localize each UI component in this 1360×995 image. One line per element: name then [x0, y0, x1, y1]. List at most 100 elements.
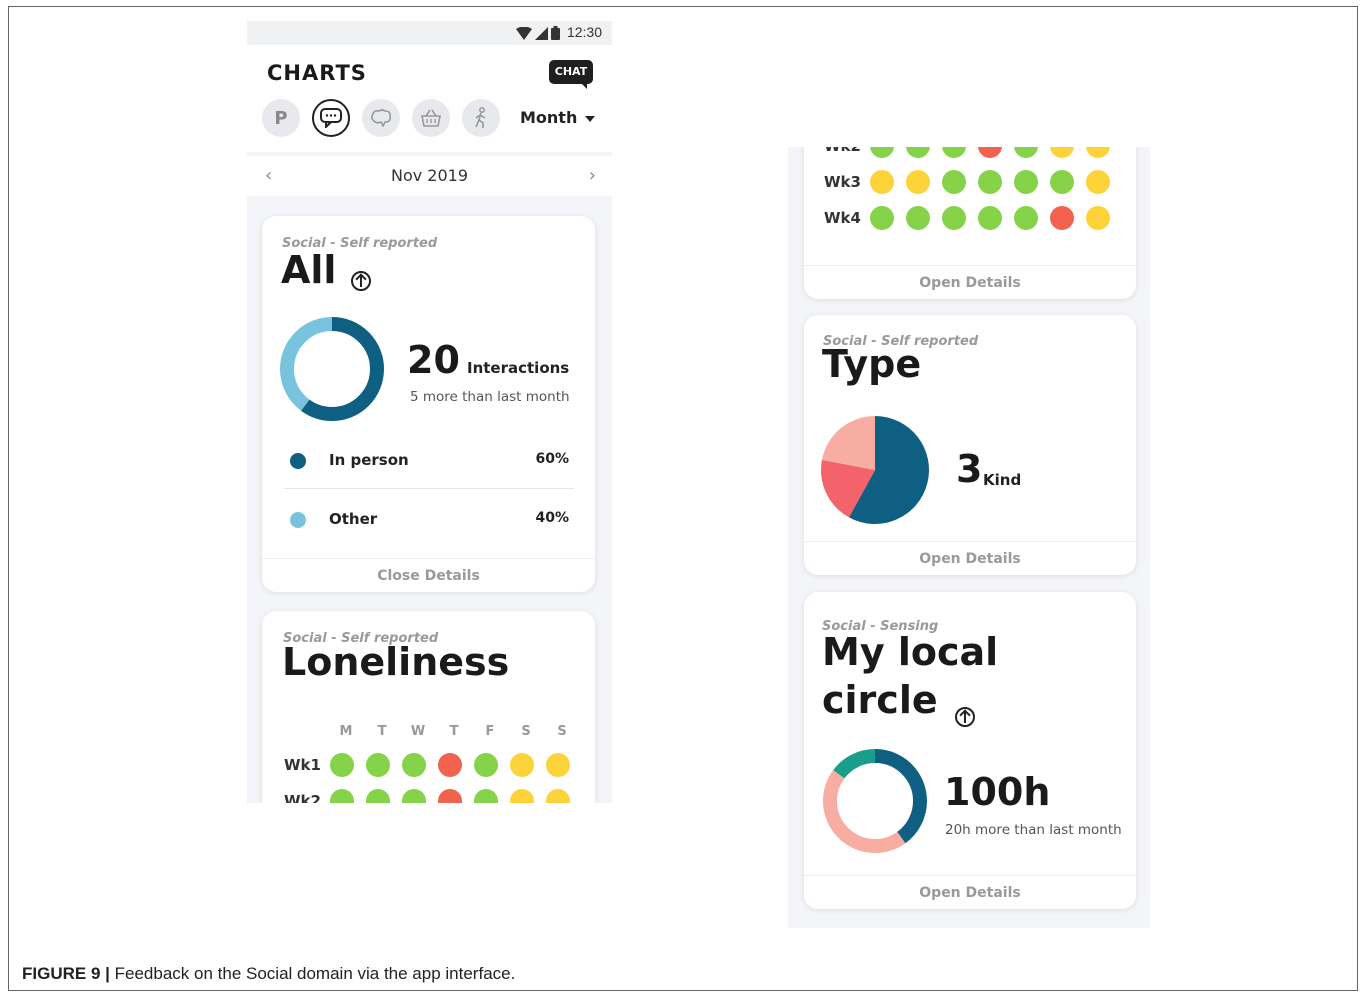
walking-person-icon[interactable]	[462, 99, 500, 137]
mood-dot	[474, 753, 498, 777]
page-title: CHARTS	[267, 61, 367, 85]
mood-dot	[1086, 147, 1110, 158]
wifi-icon	[516, 27, 532, 40]
mood-dot	[402, 789, 426, 803]
card-title-line1: My local	[822, 630, 999, 674]
week-row: Wk1	[284, 753, 582, 777]
comparison-text: 5 more than last month	[410, 389, 570, 405]
type-count: 3	[956, 447, 983, 491]
legend-row-other: Other 40%	[284, 490, 574, 548]
period-select[interactable]: Month	[520, 108, 596, 127]
type-unit: Kind	[983, 471, 1022, 489]
brain-icon[interactable]	[362, 99, 400, 137]
weekday-header: M T W T F S S	[328, 724, 580, 739]
weekday-label: M	[339, 724, 353, 739]
basket-icon[interactable]	[412, 99, 450, 137]
mood-dot	[978, 206, 1002, 230]
weekday-label: T	[449, 724, 459, 739]
mood-dot	[1050, 170, 1074, 194]
physical-p-icon[interactable]: P	[262, 99, 300, 137]
collapse-up-icon[interactable]	[351, 271, 371, 291]
week-label: Wk4	[824, 209, 861, 227]
mood-dot	[1014, 147, 1038, 158]
week-label: Wk3	[824, 173, 861, 191]
open-details-link[interactable]: Open Details	[804, 265, 1136, 299]
other-swatch	[290, 512, 306, 528]
week-label: Wk1	[284, 756, 321, 774]
charts-header: CHARTS CHAT P Month	[247, 45, 612, 152]
week-row: Wk4	[824, 206, 1122, 230]
mood-dot	[1086, 170, 1110, 194]
mood-dots	[870, 170, 1122, 194]
mood-dot	[870, 206, 894, 230]
caption-text: Feedback on the Social domain via the ap…	[114, 964, 516, 983]
mood-dot	[1014, 206, 1038, 230]
close-details-link[interactable]: Close Details	[262, 558, 595, 592]
figure-label: FIGURE 9 |	[22, 964, 110, 983]
card-title-line2: circle	[822, 678, 938, 722]
mood-dot	[978, 147, 1002, 158]
local-circle-card: Social - Sensing My local circle 100h 20…	[804, 592, 1136, 909]
chat-button[interactable]: CHAT	[549, 60, 593, 89]
current-period: Nov 2019	[390, 166, 469, 185]
legend-row-in-person: In person 60%	[284, 431, 574, 489]
weekday-label: S	[557, 724, 567, 739]
legend-label: Other	[329, 510, 378, 528]
interaction-count: 20	[407, 338, 460, 382]
week-row: Wk2	[284, 789, 582, 803]
loneliness-card-continued: Wk2 Wk3 Wk4 Open Details	[804, 147, 1136, 299]
battery-icon	[551, 26, 560, 40]
week-label: Wk2	[824, 147, 870, 155]
interactions-donut	[280, 317, 384, 421]
week-row: Wk2	[824, 147, 1122, 158]
mood-dots	[330, 789, 582, 803]
open-details-link[interactable]: Open Details	[804, 875, 1136, 909]
mood-dot	[366, 753, 390, 777]
mood-dot	[1050, 147, 1074, 158]
comparison-text: 20h more than last month	[945, 822, 1122, 838]
mood-dots	[330, 753, 582, 777]
mood-dot	[978, 170, 1002, 194]
figure-caption: FIGURE 9 | Feedback on the Social domain…	[22, 964, 515, 984]
time-donut	[823, 749, 927, 853]
type-card: Social - Self reported Type 3 Kind Open …	[804, 315, 1136, 575]
mood-dot	[510, 753, 534, 777]
mood-dots	[870, 206, 1122, 230]
mood-dot	[546, 789, 570, 803]
mood-dot	[330, 753, 354, 777]
mood-dot	[1050, 206, 1074, 230]
mood-dot	[366, 789, 390, 803]
clock: 12:30	[566, 24, 602, 40]
week-row: Wk3	[824, 170, 1122, 194]
loneliness-card: Social - Self reported Loneliness M T W …	[262, 611, 595, 803]
weekday-label: F	[485, 724, 495, 739]
collapse-up-icon[interactable]	[955, 707, 975, 727]
mood-dot	[870, 170, 894, 194]
in-person-swatch	[290, 453, 306, 469]
legend-percent: 60%	[535, 451, 569, 467]
chevron-right-icon[interactable]: ›	[589, 165, 596, 186]
mood-dot	[870, 147, 894, 158]
figure-frame	[8, 6, 1358, 991]
mood-dot	[1086, 206, 1110, 230]
open-details-link[interactable]: Open Details	[804, 541, 1136, 575]
all-interactions-card: Social - Self reported All 20 Interactio…	[262, 216, 595, 592]
signal-icon	[535, 27, 548, 40]
type-pie-chart	[821, 416, 929, 524]
mood-dot	[402, 753, 426, 777]
weekday-label: S	[521, 724, 531, 739]
date-navigator: ‹ Nov 2019 ›	[247, 156, 612, 196]
caret-down-icon	[585, 115, 596, 122]
period-select-label: Month	[520, 108, 578, 127]
card-title: Type	[822, 342, 922, 386]
category-tabs: P	[262, 99, 500, 137]
mood-dot	[438, 753, 462, 777]
mood-dot	[906, 147, 930, 158]
chat-bubble-icon[interactable]	[312, 99, 350, 137]
card-title: Loneliness	[282, 640, 510, 684]
hours-count: 100h	[944, 770, 1051, 814]
legend-percent: 40%	[535, 510, 569, 526]
mood-dot	[330, 789, 354, 803]
mood-dot	[906, 170, 930, 194]
mood-dots	[870, 147, 1122, 158]
